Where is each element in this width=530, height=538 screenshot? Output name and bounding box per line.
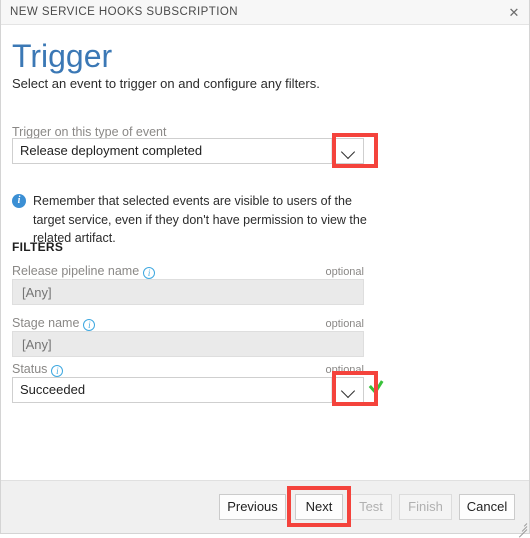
stage-name-label: Stage name i xyxy=(12,316,96,331)
release-pipeline-name-label: Release pipeline name i xyxy=(12,264,156,279)
close-icon[interactable]: ✕ xyxy=(505,4,523,22)
next-button[interactable]: Next xyxy=(295,494,343,520)
page-title: Trigger xyxy=(12,38,113,74)
trigger-event-select[interactable]: Release deployment completed xyxy=(12,138,364,164)
info-circle-icon[interactable]: i xyxy=(143,267,156,279)
status-label-text: Status xyxy=(12,362,48,376)
dialog-footer: Previous Next Test Finish Cancel xyxy=(1,480,529,538)
info-circle-icon[interactable]: i xyxy=(83,319,96,331)
stage-name-label-text: Stage name xyxy=(12,316,80,330)
cancel-button[interactable]: Cancel xyxy=(459,494,515,520)
release-pipeline-name-optional-tag: optional xyxy=(325,266,364,278)
stage-name-input[interactable] xyxy=(12,331,364,357)
chevron-down-icon xyxy=(340,383,356,399)
trigger-event-value: Release deployment completed xyxy=(20,143,203,158)
filters-section-title: FILTERS xyxy=(12,240,64,254)
status-optional-tag: optional xyxy=(325,364,364,376)
status-value: Succeeded xyxy=(20,382,86,397)
dialog-titlebar: NEW SERVICE HOOKS SUBSCRIPTION ✕ xyxy=(1,0,529,25)
release-pipeline-name-label-text: Release pipeline name xyxy=(12,264,140,278)
resize-grip-icon[interactable] xyxy=(514,518,528,538)
events-visibility-notice-text: Remember that selected events are visibl… xyxy=(33,194,367,245)
status-chevron[interactable] xyxy=(331,378,363,402)
dialog-title: NEW SERVICE HOOKS SUBSCRIPTION xyxy=(10,6,238,18)
chevron-down-icon xyxy=(340,144,356,160)
stage-name-optional-tag: optional xyxy=(325,318,364,330)
green-check-icon xyxy=(368,379,384,395)
trigger-event-label: Trigger on this type of event xyxy=(12,125,167,139)
release-pipeline-name-input[interactable] xyxy=(12,279,364,305)
info-circle-filled-icon: i xyxy=(12,194,26,208)
previous-button[interactable]: Previous xyxy=(219,494,286,520)
test-button[interactable]: Test xyxy=(350,494,392,520)
status-label: Status i xyxy=(12,362,64,377)
trigger-event-chevron[interactable] xyxy=(331,139,363,163)
info-circle-icon[interactable]: i xyxy=(51,365,64,377)
new-service-hooks-subscription-dialog: NEW SERVICE HOOKS SUBSCRIPTION ✕ Trigger… xyxy=(0,0,530,538)
status-select[interactable]: Succeeded xyxy=(12,377,364,403)
page-subtitle: Select an event to trigger on and config… xyxy=(12,76,320,91)
finish-button[interactable]: Finish xyxy=(399,494,452,520)
dialog-content: Trigger Select an event to trigger on an… xyxy=(1,25,529,480)
